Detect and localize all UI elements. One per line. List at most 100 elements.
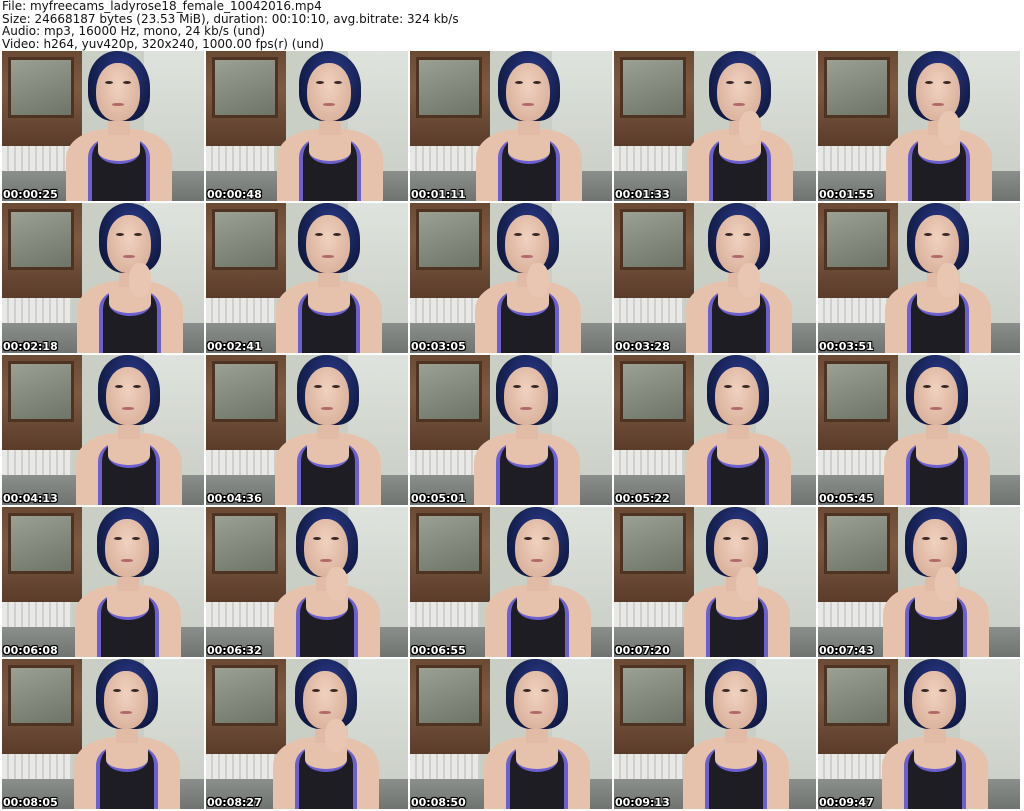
right-eye: [542, 537, 550, 540]
frame-timestamp: 00:06:55: [411, 644, 466, 657]
mouth: [930, 407, 942, 410]
window-pane: [8, 361, 74, 422]
tank-top: [705, 747, 767, 809]
right-eye: [942, 233, 950, 236]
hand: [527, 263, 549, 297]
person-figure: [76, 355, 186, 505]
file-name-line: File: myfreecams_ladyrose18_female_10042…: [2, 0, 322, 13]
right-eye: [743, 233, 751, 236]
left-eye: [105, 81, 113, 84]
window-pane: [8, 57, 74, 118]
right-eye: [541, 689, 549, 692]
video-frame-thumbnail: 00:04:36: [206, 355, 408, 505]
left-eye: [314, 385, 322, 388]
person-figure: [474, 355, 584, 505]
person-figure: [683, 659, 793, 809]
frame-timestamp: 00:04:13: [3, 492, 58, 505]
video-frame-thumbnail: 00:05:45: [818, 355, 1020, 505]
face: [715, 367, 759, 425]
person-figure: [685, 355, 795, 505]
window-pane: [212, 665, 278, 726]
tank-top: [707, 443, 769, 505]
tank-top: [709, 139, 771, 201]
left-eye: [113, 689, 121, 692]
mouth: [731, 407, 743, 410]
left-eye: [723, 537, 731, 540]
video-frame-thumbnail: 00:04:13: [2, 355, 204, 505]
frame-timestamp: 00:03:05: [411, 340, 466, 353]
tank-top: [908, 139, 970, 201]
window-pane: [824, 57, 890, 118]
person-figure: [882, 659, 992, 809]
mouth: [530, 711, 542, 714]
left-eye: [726, 81, 734, 84]
person-figure: [687, 51, 797, 201]
mouth: [112, 103, 124, 106]
frame-timestamp: 00:03:51: [819, 340, 874, 353]
mouth: [321, 407, 333, 410]
frame-timestamp: 00:04:36: [207, 492, 262, 505]
person-figure: [277, 51, 387, 201]
tank-top: [706, 595, 768, 657]
person-figure: [686, 203, 796, 353]
left-eye: [724, 385, 732, 388]
video-frame-thumbnail: 00:02:41: [206, 203, 408, 353]
right-eye: [740, 689, 748, 692]
frame-timestamp: 00:05:45: [819, 492, 874, 505]
frame-timestamp: 00:08:27: [207, 796, 262, 809]
window-pane: [824, 361, 890, 422]
hand: [935, 567, 957, 601]
frame-timestamp: 00:02:18: [3, 340, 58, 353]
video-frame-thumbnail: 00:03:51: [818, 203, 1020, 353]
face: [506, 63, 550, 121]
file-info-header: File: myfreecams_ladyrose18_female_10042…: [2, 0, 1022, 50]
window-pane: [416, 361, 482, 422]
video-frame-thumbnail: 00:09:13: [614, 659, 816, 809]
video-frame-thumbnail: 00:00:48: [206, 51, 408, 201]
person-figure: [275, 355, 385, 505]
left-eye: [114, 537, 122, 540]
face: [96, 63, 140, 121]
window-pane: [8, 513, 74, 574]
face: [306, 215, 350, 273]
face: [514, 671, 558, 729]
person-figure: [684, 507, 794, 657]
left-eye: [924, 233, 932, 236]
right-eye: [333, 233, 341, 236]
person-figure: [485, 507, 595, 657]
window-pane: [620, 513, 686, 574]
frame-timestamp: 00:01:55: [819, 188, 874, 201]
tank-top: [299, 139, 361, 201]
mouth: [123, 255, 135, 258]
video-frame-thumbnail: 00:02:18: [2, 203, 204, 353]
mouth: [931, 255, 943, 258]
right-eye: [533, 81, 541, 84]
frame-timestamp: 00:09:47: [819, 796, 874, 809]
tank-top: [708, 291, 770, 353]
thumbnail-grid: 00:00:25 00:00:48 00:01:11 00:01:33 00:01:55…: [0, 51, 1024, 811]
person-figure: [75, 507, 185, 657]
video-info-line: Video: h264, yuv420p, 320x240, 1000.00 f…: [2, 36, 324, 51]
left-eye: [921, 689, 929, 692]
hand: [736, 567, 758, 601]
mouth: [320, 559, 332, 562]
hand: [739, 111, 761, 145]
tank-top: [498, 139, 560, 201]
video-frame-thumbnail: 00:01:55: [818, 51, 1020, 201]
person-figure: [66, 51, 176, 201]
window-pane: [212, 57, 278, 118]
left-eye: [514, 233, 522, 236]
hand: [738, 263, 760, 297]
frame-timestamp: 00:00:48: [207, 188, 262, 201]
right-eye: [134, 233, 142, 236]
video-frame-thumbnail: 00:05:01: [410, 355, 612, 505]
tank-top: [96, 747, 158, 809]
tank-top: [297, 443, 359, 505]
left-eye: [923, 385, 931, 388]
frame-timestamp: 00:07:20: [615, 644, 670, 657]
tank-top: [904, 747, 966, 809]
face: [713, 671, 757, 729]
left-eye: [312, 689, 320, 692]
right-eye: [941, 385, 949, 388]
left-eye: [513, 385, 521, 388]
